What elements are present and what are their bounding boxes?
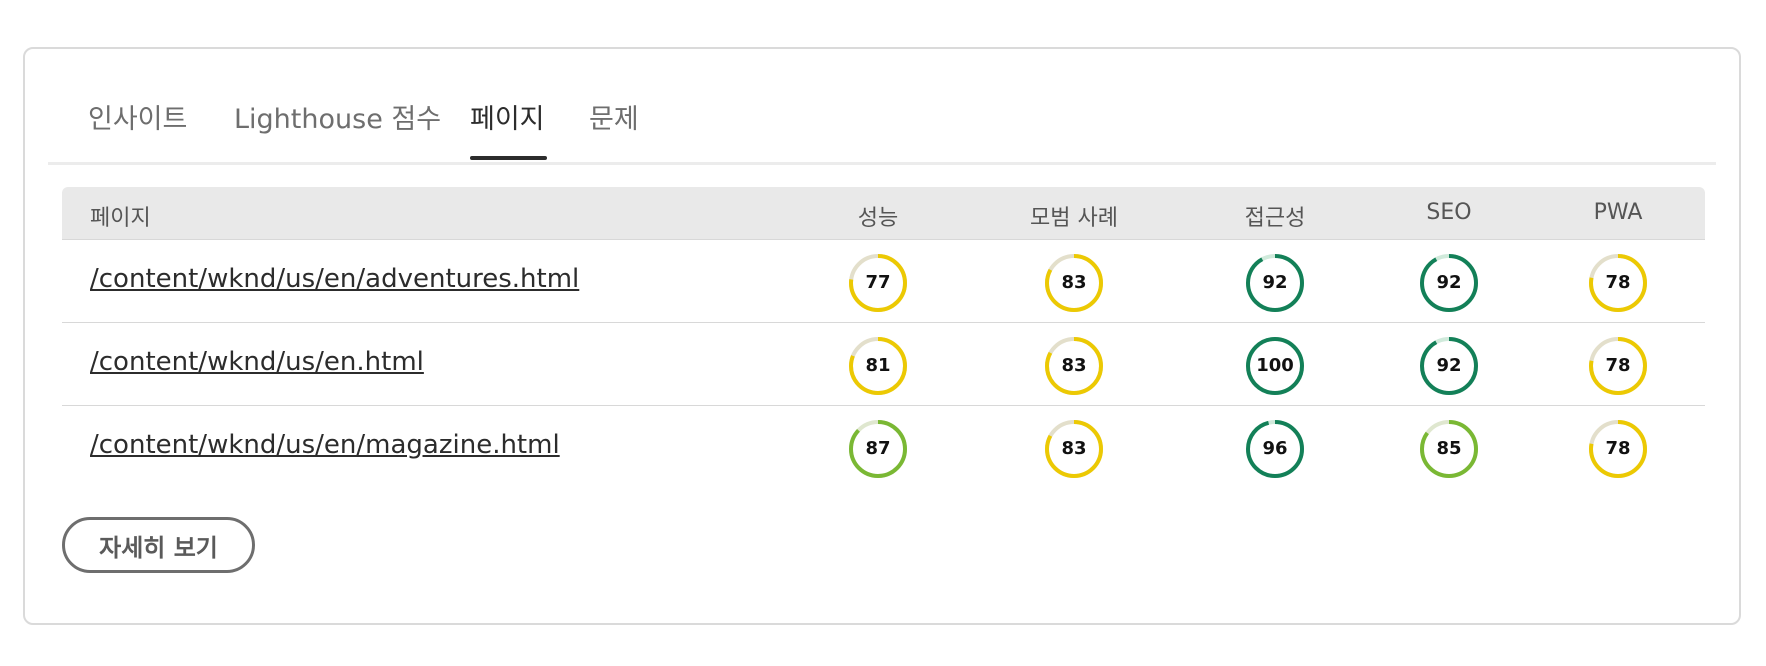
seo-score-gauge: 85 (1419, 419, 1479, 479)
column-header-accessibility: 접근성 (1244, 206, 1306, 231)
page-url-link[interactable]: /content/wknd/us/en.html (90, 347, 424, 377)
column-header-best-practices: 모범 사례 (1030, 206, 1118, 231)
score-value: 78 (1605, 438, 1631, 459)
table-header: 페이지 성능 모범 사례 접근성 SEO PWA (62, 187, 1705, 240)
tab-bar: 인사이트 Lighthouse 점수 페이지 문제 (48, 49, 1716, 165)
score-value: 85 (1436, 438, 1462, 459)
column-header-page: 페이지 (90, 206, 151, 231)
active-tab-indicator (470, 156, 547, 160)
score-value: 78 (1605, 355, 1631, 376)
performance-score-gauge: 81 (848, 336, 908, 396)
score-value: 92 (1436, 355, 1462, 376)
best-practices-score-gauge: 83 (1044, 336, 1104, 396)
column-header-performance: 성능 (857, 206, 899, 231)
seo-score-gauge: 92 (1419, 253, 1479, 313)
page-url-link[interactable]: /content/wknd/us/en/adventures.html (90, 264, 579, 294)
page-url-link[interactable]: /content/wknd/us/en/magazine.html (90, 430, 560, 460)
score-value: 100 (1256, 355, 1294, 376)
column-header-pwa: PWA (1593, 200, 1643, 225)
tab-issues[interactable]: 문제 (589, 97, 639, 136)
score-value: 77 (865, 272, 891, 293)
seo-score-gauge: 92 (1419, 336, 1479, 396)
score-value: 96 (1262, 438, 1288, 459)
view-details-button[interactable]: 자세히 보기 (62, 517, 255, 573)
pwa-score-gauge: 78 (1588, 419, 1648, 479)
best-practices-score-gauge: 83 (1044, 419, 1104, 479)
page-scores-card: 인사이트 Lighthouse 점수 페이지 문제 페이지 성능 모범 사례 접… (23, 47, 1741, 625)
score-value: 78 (1605, 272, 1631, 293)
score-value: 83 (1061, 272, 1087, 293)
accessibility-score-gauge: 96 (1245, 419, 1305, 479)
score-value: 83 (1061, 355, 1087, 376)
score-value: 92 (1436, 272, 1462, 293)
table-body: /content/wknd/us/en/adventures.html 77 83 9… (62, 240, 1705, 488)
pages-table: 페이지 성능 모범 사례 접근성 SEO PWA /content/wknd/u… (62, 187, 1705, 488)
best-practices-score-gauge: 83 (1044, 253, 1104, 313)
accessibility-score-gauge: 100 (1245, 336, 1305, 396)
performance-score-gauge: 87 (848, 419, 908, 479)
pwa-score-gauge: 78 (1588, 253, 1648, 313)
table-row: /content/wknd/us/en.html 81 83 100 92 78 (62, 323, 1705, 406)
score-value: 83 (1061, 438, 1087, 459)
table-row: /content/wknd/us/en/magazine.html 87 83 96 8… (62, 406, 1705, 488)
accessibility-score-gauge: 92 (1245, 253, 1305, 313)
tab-pages[interactable]: 페이지 (470, 97, 545, 136)
column-header-seo: SEO (1426, 200, 1472, 225)
score-value: 81 (865, 355, 891, 376)
tab-insights[interactable]: 인사이트 (88, 97, 187, 136)
score-value: 92 (1262, 272, 1288, 293)
performance-score-gauge: 77 (848, 253, 908, 313)
tab-lighthouse-score[interactable]: Lighthouse 점수 (234, 97, 441, 136)
score-value: 87 (865, 438, 891, 459)
pwa-score-gauge: 78 (1588, 336, 1648, 396)
table-row: /content/wknd/us/en/adventures.html 77 83 9… (62, 240, 1705, 323)
